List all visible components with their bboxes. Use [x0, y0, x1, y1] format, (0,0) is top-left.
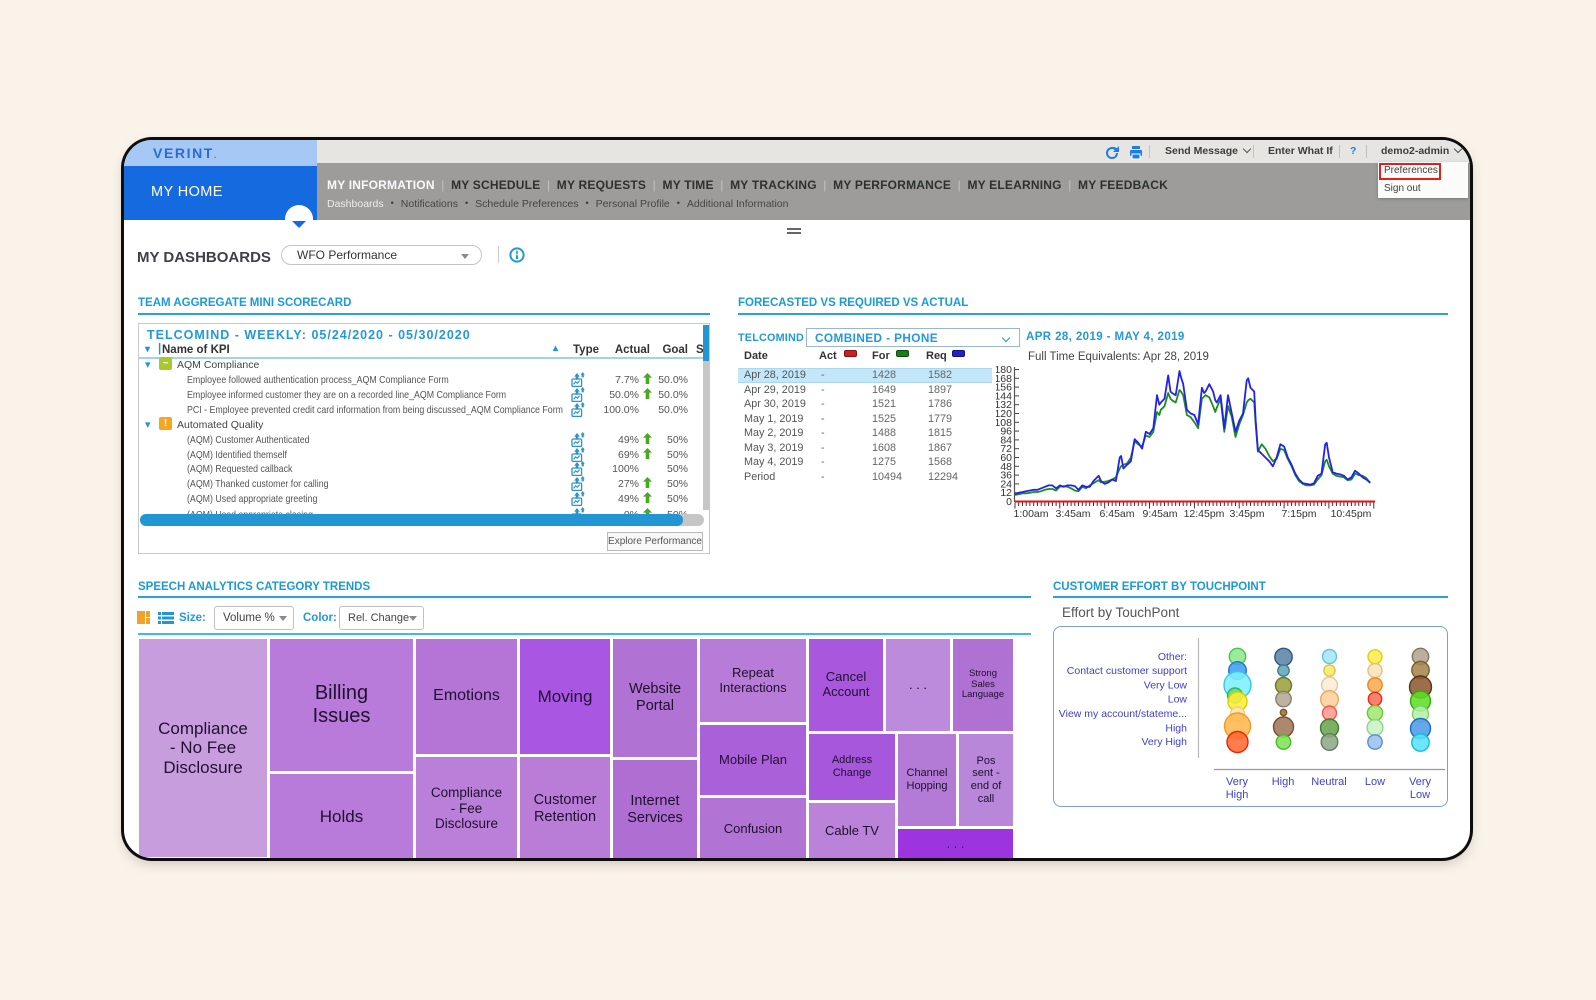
svg-text:3:45pm: 3:45pm: [1229, 508, 1264, 520]
svg-text:6:45am: 6:45am: [1099, 508, 1134, 520]
svg-text:View my account/stateme...: View my account/stateme...: [1059, 708, 1187, 720]
svg-text:High: High: [1226, 789, 1249, 801]
svg-text:Very: Very: [1226, 776, 1249, 788]
svg-text:Very High: Very High: [1141, 736, 1187, 748]
svg-text:High: High: [1165, 723, 1187, 735]
svg-text:Contact customer support: Contact customer support: [1067, 665, 1187, 677]
svg-text:180: 180: [996, 364, 1012, 376]
svg-text:1:00am: 1:00am: [1013, 508, 1048, 520]
svg-text:Neutral: Neutral: [1311, 776, 1346, 788]
svg-text:12:45pm: 12:45pm: [1184, 508, 1225, 520]
svg-text:Other:: Other:: [1158, 651, 1187, 663]
svg-text:Full Time Equivalents: Apr 28,: Full Time Equivalents: Apr 28, 2019: [1028, 351, 1209, 363]
svg-text:Very: Very: [1409, 776, 1432, 788]
svg-text:3:45am: 3:45am: [1055, 508, 1090, 520]
svg-text:9:45am: 9:45am: [1142, 508, 1177, 520]
svg-text:7:15pm: 7:15pm: [1281, 508, 1316, 520]
svg-text:10:45pm: 10:45pm: [1331, 508, 1372, 520]
svg-text:Very Low: Very Low: [1144, 680, 1188, 692]
svg-text:Low: Low: [1168, 694, 1188, 706]
svg-text:High: High: [1272, 776, 1295, 788]
svg-text:Low: Low: [1365, 776, 1385, 788]
svg-text:Low: Low: [1410, 789, 1430, 801]
